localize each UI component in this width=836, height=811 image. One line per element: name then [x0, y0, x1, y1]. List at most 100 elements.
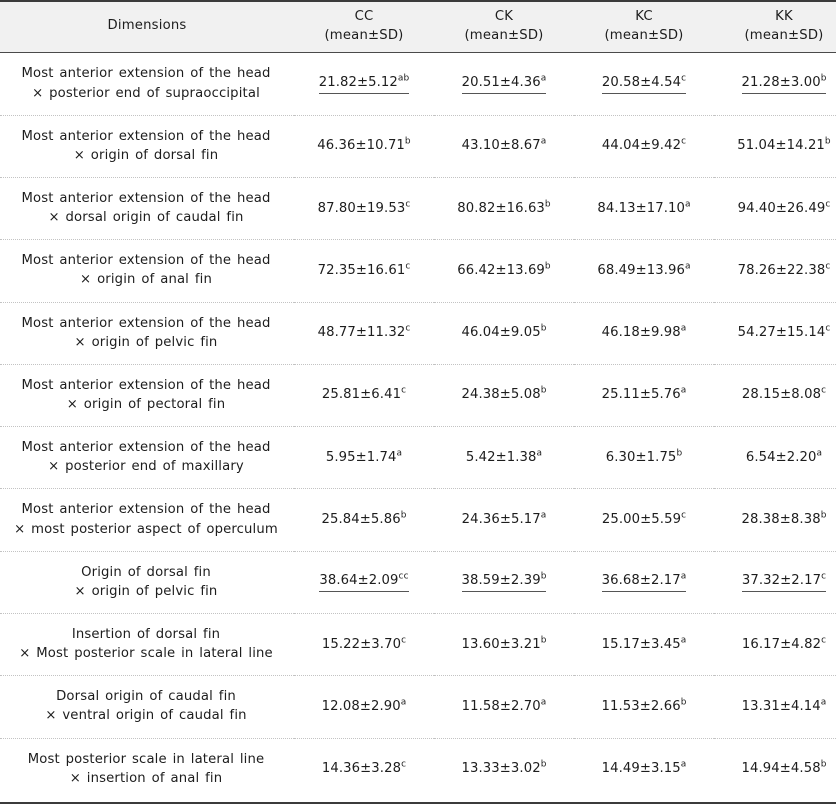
- value-cell-kc: 15.17±3.45a: [574, 614, 714, 676]
- value-cell-cc: 72.35±16.61c: [294, 240, 434, 302]
- significance-superscript: c: [681, 73, 687, 84]
- significance-superscript: a: [396, 448, 403, 459]
- value-cell-cc: 46.36±10.71b: [294, 115, 434, 177]
- measurement-value: 43.10±8.67a: [462, 136, 547, 155]
- measurement-value: 38.59±2.39b: [461, 571, 547, 593]
- significance-superscript: a: [680, 323, 687, 334]
- significance-superscript: c: [405, 199, 411, 210]
- measurement-number: 14.94±4.58: [741, 761, 821, 777]
- value-cell-ck: 66.42±13.69b: [434, 240, 574, 302]
- measurement-value: 14.49±3.15a: [602, 759, 687, 778]
- measurement-number: 68.49±13.96: [597, 262, 686, 278]
- measurement-value: 25.81±6.41c: [322, 385, 406, 404]
- significance-superscript: c: [821, 571, 827, 582]
- significance-superscript: b: [540, 635, 547, 646]
- value-cell-kc: 20.58±4.54c: [574, 53, 714, 115]
- measurement-value: 46.04±9.05b: [462, 323, 547, 342]
- significance-superscript: b: [824, 136, 831, 147]
- measurement-number: 12.08±2.90: [321, 698, 401, 714]
- value-cell-cc: 87.80±19.53c: [294, 178, 434, 240]
- significance-superscript: a: [685, 199, 691, 210]
- value-cell-kk: 14.94±4.58b: [714, 738, 836, 800]
- dimension-cell: Most anterior extension of the head × ori…: [0, 115, 294, 177]
- dimension-cell: Most anterior extension of the head × pos…: [0, 427, 294, 489]
- measurement-number: 13.60±3.21: [461, 636, 541, 652]
- measurement-value: 28.15±8.08c: [742, 385, 826, 404]
- significance-superscript: b: [540, 386, 547, 397]
- significance-superscript: c: [825, 261, 831, 272]
- morphometric-measurements-table: Dimensions CC (mean±SD) CK (mean±SD) KC …: [0, 0, 836, 800]
- measurement-value: 11.58±2.70a: [462, 697, 547, 716]
- measurement-value: 36.68±2.17a: [601, 571, 687, 593]
- significance-superscript: a: [680, 759, 687, 770]
- value-cell-kk: 16.17±4.82c: [714, 614, 836, 676]
- measurement-number: 37.32±2.17: [741, 573, 822, 589]
- value-cell-kk: 94.40±26.49c: [714, 178, 836, 240]
- column-header-kk: KK (mean±SD): [714, 0, 836, 54]
- dimension-line-1: Most anterior extension of the head: [21, 66, 271, 82]
- measurement-number: 80.82±16.63: [457, 200, 545, 216]
- column-header-kc-sub: (mean±SD): [604, 27, 684, 43]
- significance-superscript: a: [540, 136, 547, 147]
- dimension-line-2: × most posterior aspect of operculum: [14, 521, 278, 537]
- measurement-number: 15.22±3.70: [321, 636, 402, 652]
- measurement-value: 13.60±3.21b: [462, 635, 547, 654]
- measurement-value: 66.42±13.69b: [457, 261, 550, 280]
- dimension-line-1: Most anterior extension of the head: [21, 128, 271, 144]
- value-cell-ck: 80.82±16.63b: [434, 178, 574, 240]
- value-cell-ck: 43.10±8.67a: [434, 115, 574, 177]
- column-header-kc-name: KC: [635, 9, 653, 24]
- measurement-number: 72.35±16.61: [317, 262, 406, 278]
- measurement-value: 94.40±26.49c: [738, 199, 831, 218]
- significance-superscript: c: [401, 635, 407, 646]
- dimension-cell: Most anterior extension of the head × mos…: [0, 489, 294, 551]
- significance-superscript: a: [540, 697, 547, 708]
- measurement-value: 15.17±3.45a: [602, 635, 687, 654]
- measurement-value: 80.82±16.63b: [457, 199, 550, 218]
- value-cell-cc: 38.64±2.09cc: [294, 551, 434, 613]
- dimension-line-1: Origin of dorsal fin: [81, 564, 211, 580]
- value-cell-kk: 28.38±8.38b: [714, 489, 836, 551]
- measurement-value: 16.17±4.82c: [742, 635, 826, 654]
- measurement-value: 44.04±9.42c: [602, 136, 686, 155]
- table-row: Most anterior extension of the head × mos…: [0, 489, 836, 552]
- dimension-line-1: Most anterior extension of the head: [21, 191, 271, 207]
- measurement-number: 66.42±13.69: [457, 262, 545, 278]
- value-cell-ck: 46.04±9.05b: [434, 302, 574, 364]
- column-header-ck: CK (mean±SD): [434, 0, 574, 54]
- column-header-ck-sub: (mean±SD): [464, 27, 544, 43]
- measurement-number: 78.26±22.38: [737, 262, 826, 278]
- measurement-number: 38.64±2.09: [319, 573, 399, 589]
- measurement-value: 25.84±5.86b: [322, 510, 407, 529]
- significance-superscript: b: [404, 136, 411, 147]
- measurement-value: 14.36±3.28c: [322, 759, 406, 778]
- dimension-line-1: Insertion of dorsal fin: [71, 627, 221, 642]
- dimension-cell: Most posterior scale in lateral line × in…: [0, 738, 294, 800]
- table-row: Most anterior extension of the head × ori…: [0, 240, 836, 303]
- column-header-kk-name: KK: [775, 9, 793, 24]
- measurement-number: 38.59±2.39: [461, 573, 541, 589]
- measurement-number: 24.38±5.08: [461, 387, 541, 403]
- table-row: Insertion of dorsal fin × Most posterior …: [0, 614, 836, 676]
- dimension-line-1: Dorsal origin of caudal fin: [56, 689, 236, 705]
- value-cell-kc: 6.30±1.75b: [574, 427, 714, 489]
- measurement-number: 25.84±5.86: [321, 512, 401, 527]
- significance-superscript: a: [540, 73, 547, 84]
- measurement-number: 13.31±4.14: [741, 698, 821, 714]
- value-cell-cc: 25.84±5.86b: [294, 489, 434, 551]
- significance-superscript: b: [544, 261, 551, 272]
- value-cell-kk: 54.27±15.14c: [714, 302, 836, 364]
- measurement-number: 14.49±3.15: [601, 761, 681, 777]
- value-cell-cc: 12.08±2.90a: [294, 676, 434, 738]
- significance-superscript: b: [400, 510, 407, 521]
- measurement-value: 21.28±3.00b: [741, 73, 827, 95]
- measurement-number: 5.42±1.38: [465, 449, 537, 465]
- table-row: Most anterior extension of the head × ori…: [0, 364, 836, 427]
- table-row: Most anterior extension of the head × dor…: [0, 178, 836, 240]
- dimension-line-2: × dorsal origin of caudal fin: [48, 210, 244, 226]
- significance-superscript: a: [816, 448, 823, 459]
- table-row: Most anterior extension of the head × pos…: [0, 427, 836, 489]
- measurement-number: 46.36±10.71: [317, 138, 405, 154]
- significance-superscript: a: [680, 571, 687, 582]
- measurement-number: 13.33±3.02: [461, 761, 541, 777]
